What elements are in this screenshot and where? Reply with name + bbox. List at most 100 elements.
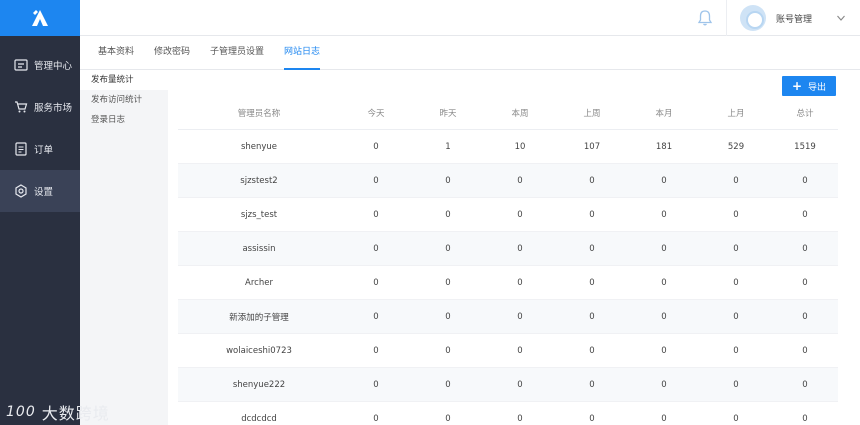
- stat-cell: 0: [733, 243, 739, 254]
- stat-cell: 107: [583, 141, 601, 152]
- watermark-logo: 100: [6, 404, 36, 420]
- main-content: 基本资料 修改密码 子管理员设置 网站日志 发布量统计 发布访问统计 登录日志 …: [80, 36, 860, 425]
- table-row: 新添加的子管理 0 0 0 0 0 0 0: [178, 300, 838, 334]
- stat-cell: 0: [517, 243, 523, 254]
- export-button[interactable]: + 导出: [782, 76, 836, 96]
- stat-cell: 0: [589, 209, 595, 220]
- admin-name-cell: 新添加的子管理: [229, 312, 289, 323]
- subnav-item-login-log[interactable]: 登录日志: [80, 110, 168, 130]
- tab-change-password[interactable]: 修改密码: [154, 36, 190, 70]
- stat-cell: 0: [517, 311, 523, 322]
- account-name: 账号管理: [776, 14, 813, 25]
- document-icon: [14, 142, 28, 156]
- stat-cell: 0: [661, 311, 667, 322]
- stat-cell: 0: [589, 379, 595, 390]
- tab-site-log[interactable]: 网站日志: [284, 36, 321, 70]
- stat-cell: 0: [661, 209, 667, 220]
- sidebar-item-management-center[interactable]: 管理中心: [0, 44, 80, 86]
- stat-cell: 0: [589, 243, 595, 254]
- stat-cell: 0: [733, 209, 739, 220]
- sidebar-item-label: 管理中心: [34, 61, 73, 72]
- stat-cell: 0: [802, 243, 808, 254]
- stat-cell: 0: [802, 175, 808, 186]
- stat-cell: 0: [589, 175, 595, 186]
- table-row: shenyue222 0 0 0 0 0 0 0: [178, 368, 838, 402]
- table-row: dcdcdcd 0 0 0 0 0 0 0: [178, 402, 838, 425]
- stat-cell: 0: [373, 379, 379, 390]
- admin-name-cell: assissin: [242, 243, 276, 254]
- table-row: Archer 0 0 0 0 0 0 0: [178, 266, 838, 300]
- subnav-item-visit-stats[interactable]: 发布访问统计: [80, 90, 168, 110]
- column-header: 上月: [727, 108, 745, 119]
- stat-cell: 0: [802, 209, 808, 220]
- sidebar-nav: 管理中心 服务市场 订单 设置: [0, 44, 80, 212]
- stat-cell: 0: [517, 379, 523, 390]
- admin-name-cell: Archer: [245, 277, 273, 288]
- table-row: shenyue 0 1 10 107 181 529 1519: [178, 130, 838, 164]
- stat-cell: 1: [445, 141, 451, 152]
- tab-sub-admin-settings[interactable]: 子管理员设置: [210, 36, 264, 70]
- subnav-item-publish-stats[interactable]: 发布量统计: [80, 70, 168, 90]
- admin-name-cell: shenyue222: [232, 379, 286, 390]
- stat-cell: 0: [661, 345, 667, 356]
- bell-icon[interactable]: [696, 9, 714, 27]
- stat-cell: 1519: [794, 141, 816, 152]
- admin-name-cell: sjzstest2: [240, 175, 278, 186]
- stat-cell: 0: [661, 379, 667, 390]
- stat-cell: 0: [517, 413, 523, 424]
- stat-cell: 0: [373, 277, 379, 288]
- stat-cell: 0: [733, 413, 739, 424]
- stat-cell: 0: [373, 209, 379, 220]
- stat-cell: 0: [373, 243, 379, 254]
- stat-cell: 0: [445, 311, 451, 322]
- stat-cell: 0: [802, 311, 808, 322]
- stat-cell: 0: [733, 379, 739, 390]
- column-header: 上周: [583, 108, 601, 119]
- column-header: 今天: [367, 108, 385, 119]
- logo-icon: [32, 10, 48, 26]
- stat-cell: 0: [733, 277, 739, 288]
- sidebar-item-settings[interactable]: 设置: [0, 170, 80, 212]
- stat-cell: 0: [802, 345, 808, 356]
- stat-cell: 0: [445, 209, 451, 220]
- stat-cell: 0: [445, 345, 451, 356]
- sub-navigation: 发布量统计 发布访问统计 登录日志: [80, 70, 168, 425]
- sidebar-item-orders[interactable]: 订单: [0, 128, 80, 170]
- admin-name-cell: sjzs_test: [240, 209, 278, 220]
- stat-cell: 0: [802, 379, 808, 390]
- stat-cell: 0: [445, 277, 451, 288]
- table-row: sjzstest2 0 0 0 0 0 0 0: [178, 164, 838, 198]
- chevron-down-icon: [837, 15, 845, 21]
- stat-cell: 0: [517, 277, 523, 288]
- column-header: 昨天: [439, 108, 457, 119]
- avatar: [740, 5, 766, 31]
- stat-cell: 0: [445, 413, 451, 424]
- admin-name-cell: shenyue: [240, 141, 278, 152]
- stat-cell: 0: [661, 413, 667, 424]
- stat-cell: 0: [589, 311, 595, 322]
- stat-cell: 0: [445, 243, 451, 254]
- column-header: 本周: [511, 108, 529, 119]
- watermark-text: 大数跨境: [41, 404, 110, 423]
- tab-basic-info[interactable]: 基本资料: [98, 36, 134, 70]
- admin-name-cell: wolaiceshi0723: [226, 345, 292, 356]
- stat-cell: 0: [802, 413, 808, 424]
- sidebar-item-service-market[interactable]: 服务市场: [0, 86, 80, 128]
- account-menu[interactable]: 账号管理: [740, 5, 846, 31]
- stat-cell: 0: [517, 345, 523, 356]
- stat-cell: 0: [373, 175, 379, 186]
- stat-cell: 0: [373, 311, 379, 322]
- stat-cell: 0: [517, 209, 523, 220]
- stat-cell: 181: [655, 141, 673, 152]
- stat-cell: 0: [802, 277, 808, 288]
- stat-cell: 0: [733, 311, 739, 322]
- stats-table: 管理员名称 今天 昨天 本周 上周 本月 上月 总计 shenyue 0 1 10 10…: [178, 96, 838, 425]
- stat-cell: 0: [445, 379, 451, 390]
- stat-cell: 0: [517, 175, 523, 186]
- app-logo[interactable]: [0, 0, 80, 36]
- export-label: 导出: [808, 82, 827, 93]
- column-header: 总计: [796, 108, 814, 119]
- table-header-row: 管理员名称 今天 昨天 本周 上周 本月 上月 总计: [178, 96, 838, 130]
- sidebar-item-label: 订单: [34, 145, 54, 156]
- table-row: assissin 0 0 0 0 0 0 0: [178, 232, 838, 266]
